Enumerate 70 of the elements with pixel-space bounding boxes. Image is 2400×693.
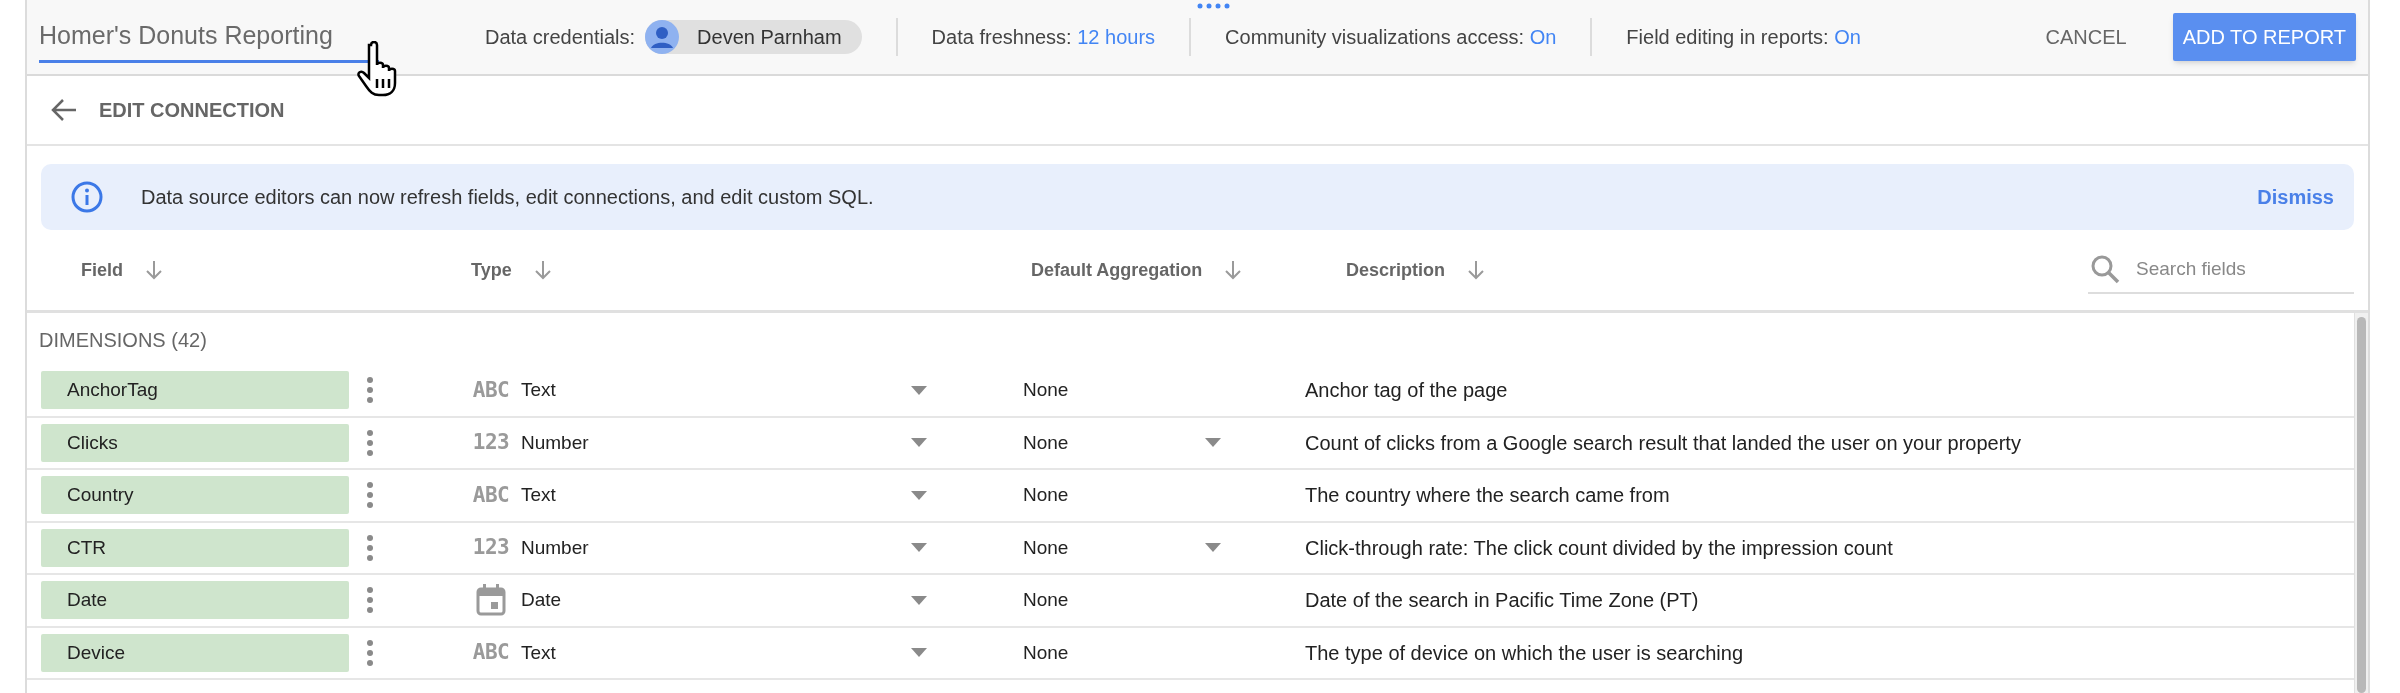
more-options-icon[interactable] <box>367 534 373 561</box>
aggregation-value: None <box>1023 483 1070 507</box>
info-icon <box>71 181 103 213</box>
type-icon: ABC <box>472 637 510 669</box>
column-header[interactable]: Type <box>471 256 512 284</box>
sort-arrow-icon[interactable] <box>1467 260 1486 280</box>
column-header[interactable]: Field <box>81 256 123 284</box>
aggregation-value: None <box>1023 588 1070 612</box>
type-icon: 123 <box>472 532 510 564</box>
more-options-icon[interactable] <box>367 429 373 456</box>
setting-text: Field editing in reports: On <box>1626 25 1861 50</box>
aggregation-value: None <box>1023 640 1070 665</box>
description-text: Anchor tag of the page <box>1305 378 1508 404</box>
section-heading: DIMENSIONS (42) <box>38 328 208 353</box>
scrollbar[interactable] <box>2354 313 2368 693</box>
more-options-icon[interactable] <box>367 377 373 404</box>
back-arrow-icon[interactable] <box>51 98 77 122</box>
type-value: Text <box>521 640 557 665</box>
description-text: The country where the search came from <box>1305 483 1670 509</box>
field-chip[interactable]: CTR <box>41 528 349 567</box>
user-chip[interactable]: Deven Parnham <box>645 20 862 54</box>
aggregation-value: None <box>1023 430 1070 455</box>
type-icon: ABC <box>472 374 510 406</box>
type-value: Number <box>521 535 590 560</box>
type-value: Text <box>521 483 557 507</box>
field-chip[interactable]: Clicks <box>41 423 349 462</box>
description-text: The type of device on which the user is searching <box>1305 640 1744 666</box>
field-chip[interactable]: Date <box>41 581 349 620</box>
field-chip[interactable]: AnchorTag <box>41 371 349 410</box>
banner-message: Data source editors can now refresh fields, edit connections, and edit custom SQL. <box>141 185 874 210</box>
aggregation-value: None <box>1023 535 1070 560</box>
report-title-field[interactable]: Homer's Donuts Reporting <box>39 11 379 63</box>
type-value: Number <box>521 430 590 455</box>
more-options-icon[interactable] <box>367 639 373 666</box>
search-field[interactable]: Search fields <box>2136 254 2336 284</box>
dropdown-caret-icon[interactable] <box>1205 543 1221 553</box>
more-options-icon[interactable] <box>367 482 373 509</box>
field-chip[interactable]: Device <box>41 633 349 672</box>
credentials-label: Data credentials: <box>485 25 636 50</box>
type-icon: 123 <box>472 427 510 459</box>
dropdown-caret-icon[interactable] <box>911 490 927 500</box>
column-header[interactable]: Default Aggregation <box>1031 256 1203 284</box>
sort-arrow-icon[interactable] <box>145 260 163 280</box>
avatar-icon <box>645 20 680 54</box>
description-text: Count of clicks from a Google search result that landed the user on your property <box>1305 430 2021 456</box>
field-chip[interactable]: Country <box>41 476 349 515</box>
page-title: EDIT CONNECTION <box>99 98 285 123</box>
dropdown-caret-icon[interactable] <box>911 438 927 448</box>
calendar-icon <box>476 584 506 617</box>
dropdown-caret-icon[interactable] <box>911 595 927 605</box>
dropdown-caret-icon[interactable] <box>911 385 927 395</box>
setting-text: Data freshness: 12 hours <box>931 25 1156 50</box>
add-to-report-button[interactable]: ADD TO REPORT <box>2172 13 2356 61</box>
search-icon <box>2090 254 2120 284</box>
dropdown-caret-icon[interactable] <box>1205 438 1221 448</box>
description-text: Click-through rate: The click count divided by the impression count <box>1305 535 1893 561</box>
sort-arrow-icon[interactable] <box>533 260 552 280</box>
type-value: Text <box>521 378 557 402</box>
more-options-icon[interactable] <box>367 587 373 614</box>
sort-arrow-icon[interactable] <box>1224 260 1243 280</box>
type-value: Date <box>521 588 563 612</box>
column-header[interactable]: Description <box>1346 256 1446 284</box>
type-icon: ABC <box>472 479 510 511</box>
dropdown-caret-icon[interactable] <box>911 543 927 553</box>
cancel-button[interactable]: CANCEL <box>2039 13 2133 61</box>
aggregation-value: None <box>1023 378 1070 402</box>
description-text: Date of the search in Pacific Time Zone (PT) <box>1305 588 1699 614</box>
dropdown-caret-icon[interactable] <box>911 648 927 658</box>
setting-text: Community visualizations access: On <box>1225 25 1557 50</box>
dismiss-button[interactable]: Dismiss <box>2257 182 2334 212</box>
